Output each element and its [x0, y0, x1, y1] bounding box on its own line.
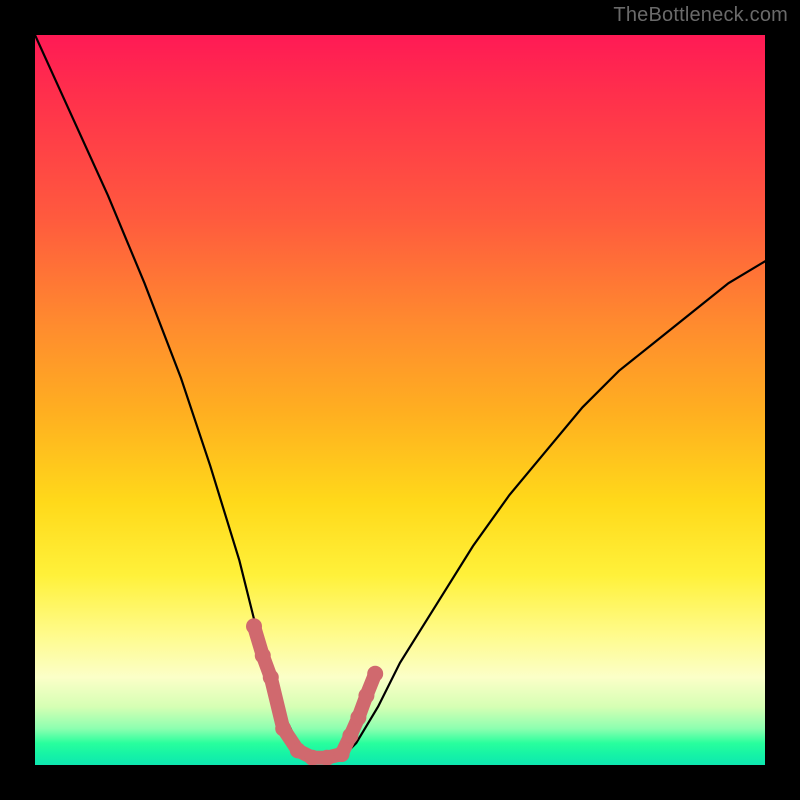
- curve-svg: [35, 35, 765, 765]
- figure-frame: TheBottleneck.com: [0, 0, 800, 800]
- bottom-markers: [246, 618, 383, 765]
- bottleneck-curve: [35, 35, 765, 758]
- plot-area: [35, 35, 765, 765]
- marker-dot: [367, 666, 383, 682]
- watermark-text: TheBottleneck.com: [613, 4, 788, 27]
